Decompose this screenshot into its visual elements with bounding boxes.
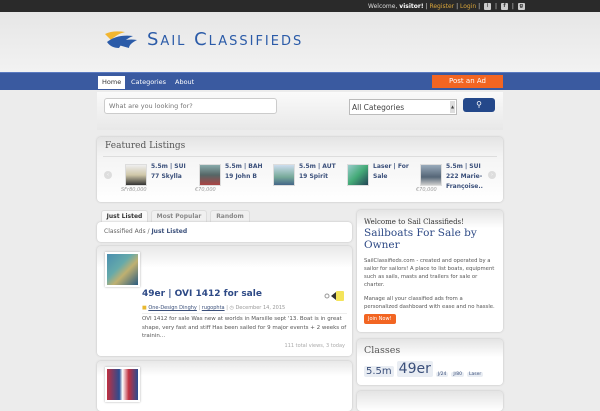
featured-item-price: €70,000 [195, 187, 216, 193]
main-nav: Home Categories About Post an Ad [0, 72, 600, 90]
listing-card [97, 361, 352, 411]
tag-cloud: 5.5m 49er J/24 J/80 Laser [364, 361, 496, 377]
separator: | [226, 305, 228, 311]
separator: | [511, 3, 514, 10]
listing-thumbnail [420, 164, 442, 186]
sidebar-widget [357, 391, 503, 411]
class-tag[interactable]: J/80 [451, 372, 464, 377]
separator: | [456, 3, 459, 10]
folder-icon: ■ [142, 305, 147, 311]
listing-thumbnail[interactable] [105, 367, 140, 402]
featured-item[interactable]: 5.5m | SUI 77 Skylla SFr80,000 [121, 163, 200, 199]
featured-item-price: SFr80,000 [121, 187, 147, 193]
facebook-icon[interactable]: f [500, 3, 508, 10]
welcome-text: Manage all your classified ads from a pe… [364, 296, 495, 310]
listing-category-link[interactable]: One-Design Dinghy [148, 305, 197, 311]
listing-title[interactable]: 49er | OVI 1412 for sale [142, 289, 262, 299]
welcome-text: Welcome, [368, 3, 398, 10]
separator: | [478, 3, 481, 10]
register-link[interactable]: Register [429, 3, 454, 10]
username: visitor! [399, 3, 424, 10]
listing-views: 111 total views, 3 today [284, 343, 345, 349]
tab-most-popular[interactable]: Most Popular [151, 210, 207, 222]
breadcrumb-current: Just Listed [151, 228, 188, 235]
search-bar: All Categories ▲ ⚲ [97, 92, 503, 130]
carousel-prev-button[interactable]: ‹ [104, 171, 112, 179]
separator: | [425, 3, 428, 10]
price-tag-icon [324, 291, 344, 301]
class-tag[interactable]: 5.5m [364, 366, 394, 377]
search-button[interactable]: ⚲ [463, 98, 495, 112]
listing-thumbnail [199, 164, 221, 186]
classes-widget: Classes 5.5m 49er J/24 J/80 Laser [357, 339, 503, 385]
search-input[interactable] [104, 98, 277, 114]
breadcrumb-root[interactable]: Classified Ads [104, 228, 146, 235]
logo-text: Sail Classifieds [147, 29, 304, 50]
listing-thumbnail [125, 164, 147, 186]
featured-item[interactable]: Laser | For Sale [347, 163, 422, 199]
featured-item-title: 5.5m | SUI 77 Skylla [151, 163, 186, 180]
class-tag[interactable]: J/24 [435, 372, 449, 377]
featured-listings: Featured Listings ‹ 5.5m | SUI 77 Skylla… [97, 137, 503, 202]
post-ad-button[interactable]: Post an Ad [432, 75, 503, 88]
featured-item-title: 5.5m | AUT 19 Spirit [299, 163, 336, 180]
welcome-subheading: Sailboats For Sale by Owner [364, 227, 477, 251]
listing-description: OVI 1412 for sale Was new at worlds in M… [142, 316, 347, 339]
dropdown-arrow-icon: ▲ [450, 101, 455, 113]
tab-just-listed[interactable]: Just Listed [101, 210, 148, 222]
welcome-text: SailClassifieds.com - created and operat… [364, 258, 495, 288]
featured-item-title: 5.5m | BAH 19 John B [225, 163, 263, 180]
featured-item[interactable]: 5.5m | SUI 222 Marie-Françoise.. €70,000 [416, 163, 495, 199]
nav-about[interactable]: About [171, 76, 198, 89]
search-icon: ⚲ [476, 100, 482, 109]
clock-icon: ◷ [229, 305, 234, 311]
featured-item-title: 5.5m | SUI 222 Marie-Françoise.. [446, 163, 483, 190]
listing-author-link[interactable]: rugophta [202, 305, 225, 311]
listing-date: December 14, 2015 [235, 305, 286, 311]
rss-icon[interactable]: ⌇ [484, 3, 492, 10]
breadcrumb: Classified Ads / Just Listed [97, 222, 352, 242]
logo[interactable]: Sail Classifieds [103, 29, 303, 50]
separator: | [198, 305, 201, 311]
welcome-widget: Welcome to Sail Classifieds! Sailboats F… [357, 210, 503, 332]
featured-item-price: €70,000 [416, 187, 437, 193]
listing-thumbnail[interactable] [105, 252, 140, 287]
sail-logo-icon [105, 30, 137, 48]
nav-categories[interactable]: Categories [127, 76, 170, 89]
classes-title: Classes [364, 345, 401, 356]
nav-home[interactable]: Home [98, 76, 126, 89]
category-select-value: All Categories [352, 103, 405, 112]
listing-meta: ■ One-Design Dinghy | rugophta | ◷ Decem… [142, 305, 347, 314]
tab-random[interactable]: Random [210, 210, 250, 222]
featured-title: Featured Listings [105, 141, 186, 151]
separator: | [495, 3, 498, 10]
top-bar: Welcome, visitor! | Register | Login | ⌇… [0, 0, 600, 12]
google-plus-icon[interactable]: g [517, 3, 525, 10]
divider [103, 156, 497, 157]
featured-item[interactable]: 5.5m | AUT 19 Spirit [273, 163, 348, 199]
featured-item-title: Laser | For Sale [373, 163, 409, 180]
breadcrumb-separator: / [147, 228, 150, 235]
login-link[interactable]: Login [460, 3, 476, 10]
listing-card: 49er | OVI 1412 for sale ■ One-Design Di… [97, 246, 352, 356]
class-tag[interactable]: 49er [396, 361, 433, 377]
listing-thumbnail [273, 164, 295, 186]
listing-thumbnail [347, 164, 369, 186]
welcome-heading: Welcome to Sail Classifieds! [364, 218, 464, 226]
carousel-next-button[interactable]: › [488, 171, 496, 179]
featured-item[interactable]: 5.5m | BAH 19 John B €70,000 [195, 163, 274, 199]
join-now-button[interactable]: Join Now! [364, 314, 396, 324]
category-select[interactable]: All Categories ▲ [349, 99, 457, 115]
class-tag[interactable]: Laser [467, 372, 484, 377]
